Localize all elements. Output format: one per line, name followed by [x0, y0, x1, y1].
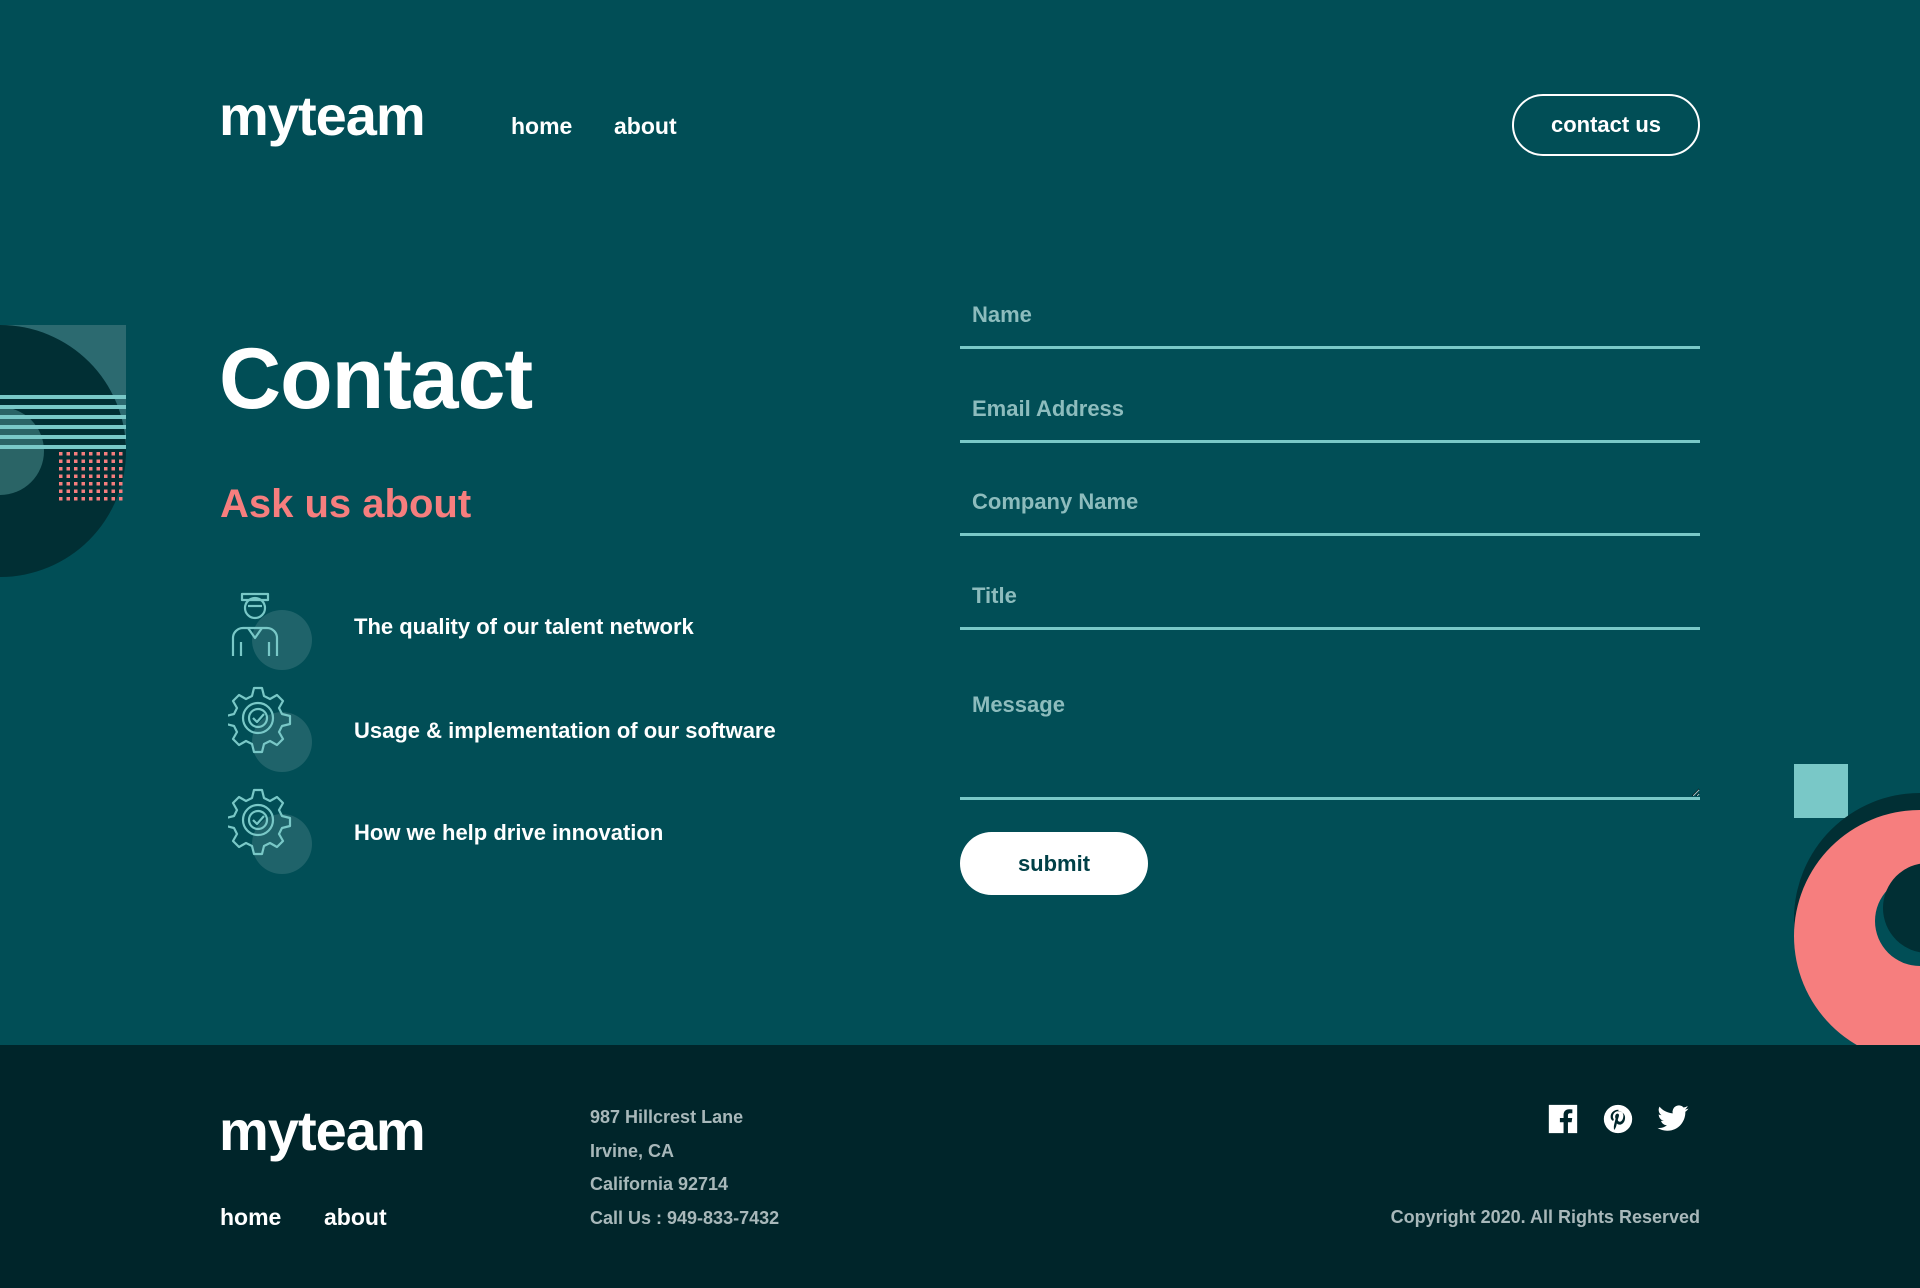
decor-dot — [66, 474, 70, 478]
page-title: Contact — [219, 331, 533, 427]
email-field[interactable] — [960, 377, 1700, 443]
decor-dot — [66, 452, 70, 456]
decor-dot — [66, 459, 70, 463]
decor-dot — [119, 474, 123, 478]
header-logo[interactable]: myteam — [219, 88, 426, 144]
right-decoration — [1794, 764, 1920, 1045]
ask-us-heading: Ask us about — [220, 482, 472, 526]
topic-item-talent: The quality of our talent network — [228, 578, 848, 674]
decor-dot — [111, 459, 115, 463]
topic-text: The quality of our talent network — [354, 614, 694, 639]
decor-dot — [119, 452, 123, 456]
decor-dot — [89, 482, 93, 486]
decor-dot — [96, 467, 100, 471]
topic-item-software: Usage & implementation of our software — [228, 682, 848, 778]
decor-dot — [104, 459, 108, 463]
decor-dot — [111, 474, 115, 478]
decor-dot — [89, 459, 93, 463]
decor-dot — [74, 474, 78, 478]
decor-dot — [59, 467, 63, 471]
main-section: myteam home about contact us Contact Ask… — [0, 0, 1920, 1045]
decor-dot — [89, 497, 93, 501]
decor-dot — [89, 467, 93, 471]
decor-dot — [74, 482, 78, 486]
topic-text: How we help drive innovation — [354, 820, 664, 845]
decor-dot — [66, 489, 70, 493]
decor-dot — [81, 482, 85, 486]
decor-dot — [111, 489, 115, 493]
decor-dot — [96, 489, 100, 493]
decor-dot — [66, 482, 70, 486]
person-icon — [231, 592, 312, 670]
message-field[interactable] — [960, 670, 1700, 800]
decor-dot — [111, 452, 115, 456]
decor-dot — [119, 497, 123, 501]
facebook-icon[interactable] — [1546, 1102, 1580, 1136]
decor-dot — [81, 452, 85, 456]
company-field[interactable] — [960, 470, 1700, 536]
decor-dot — [96, 459, 100, 463]
decor-dot — [74, 489, 78, 493]
footer-logo[interactable]: myteam — [219, 1103, 426, 1159]
decor-dot — [59, 452, 63, 456]
left-decoration — [0, 325, 126, 577]
decor-dot — [96, 497, 100, 501]
gear-check-icon — [228, 686, 312, 772]
decor-dot — [81, 467, 85, 471]
title-field[interactable] — [960, 564, 1700, 630]
decor-dot — [74, 467, 78, 471]
topic-text: Usage & implementation of our software — [354, 718, 776, 743]
twitter-icon[interactable] — [1656, 1102, 1690, 1136]
nav-home[interactable]: home — [511, 113, 572, 140]
decor-dot — [81, 497, 85, 501]
footer-nav-about[interactable]: about — [324, 1204, 387, 1231]
decor-dot — [119, 489, 123, 493]
decor-dot — [104, 497, 108, 501]
name-field[interactable] — [960, 283, 1700, 349]
decor-dot — [104, 482, 108, 486]
decor-dot — [74, 459, 78, 463]
address-line: California 92714 — [590, 1174, 729, 1194]
decor-dot — [89, 489, 93, 493]
address-line: 987 Hillcrest Lane — [590, 1107, 744, 1127]
decor-dot — [66, 497, 70, 501]
decor-dot — [111, 467, 115, 471]
footer — [0, 1045, 1920, 1288]
decor-dot — [104, 489, 108, 493]
topic-item-innovation: How we help drive innovation — [228, 784, 848, 880]
gear-check-icon — [228, 788, 312, 874]
decor-dot — [59, 489, 63, 493]
copyright-text: Copyright 2020. All Rights Reserved — [1390, 1207, 1700, 1227]
decor-dot — [81, 459, 85, 463]
decor-dot — [59, 482, 63, 486]
decor-dot — [96, 474, 100, 478]
decor-dot — [104, 474, 108, 478]
decor-dot — [119, 467, 123, 471]
footer-nav-home[interactable]: home — [220, 1204, 281, 1231]
decor-dot — [111, 497, 115, 501]
decor-dot — [66, 467, 70, 471]
decor-dot — [81, 489, 85, 493]
decor-dot — [74, 452, 78, 456]
decor-dot — [119, 482, 123, 486]
decor-dot — [96, 452, 100, 456]
decor-dot — [59, 474, 63, 478]
submit-button[interactable]: submit — [960, 832, 1148, 895]
decor-dot — [89, 474, 93, 478]
decor-dot — [59, 497, 63, 501]
pinterest-icon[interactable] — [1601, 1102, 1635, 1136]
decor-dot — [89, 452, 93, 456]
nav-about[interactable]: about — [614, 113, 677, 140]
phone-line: Call Us : 949-833-7432 — [590, 1208, 780, 1228]
decor-dot — [59, 459, 63, 463]
decor-dot — [104, 467, 108, 471]
decor-dot — [81, 474, 85, 478]
decor-dot — [74, 497, 78, 501]
decor-dot — [96, 482, 100, 486]
decor-dot — [111, 482, 115, 486]
address-line: Irvine, CA — [590, 1141, 675, 1161]
decor-dot — [119, 459, 123, 463]
decor-dot — [104, 452, 108, 456]
contact-us-button[interactable]: contact us — [1512, 94, 1700, 156]
